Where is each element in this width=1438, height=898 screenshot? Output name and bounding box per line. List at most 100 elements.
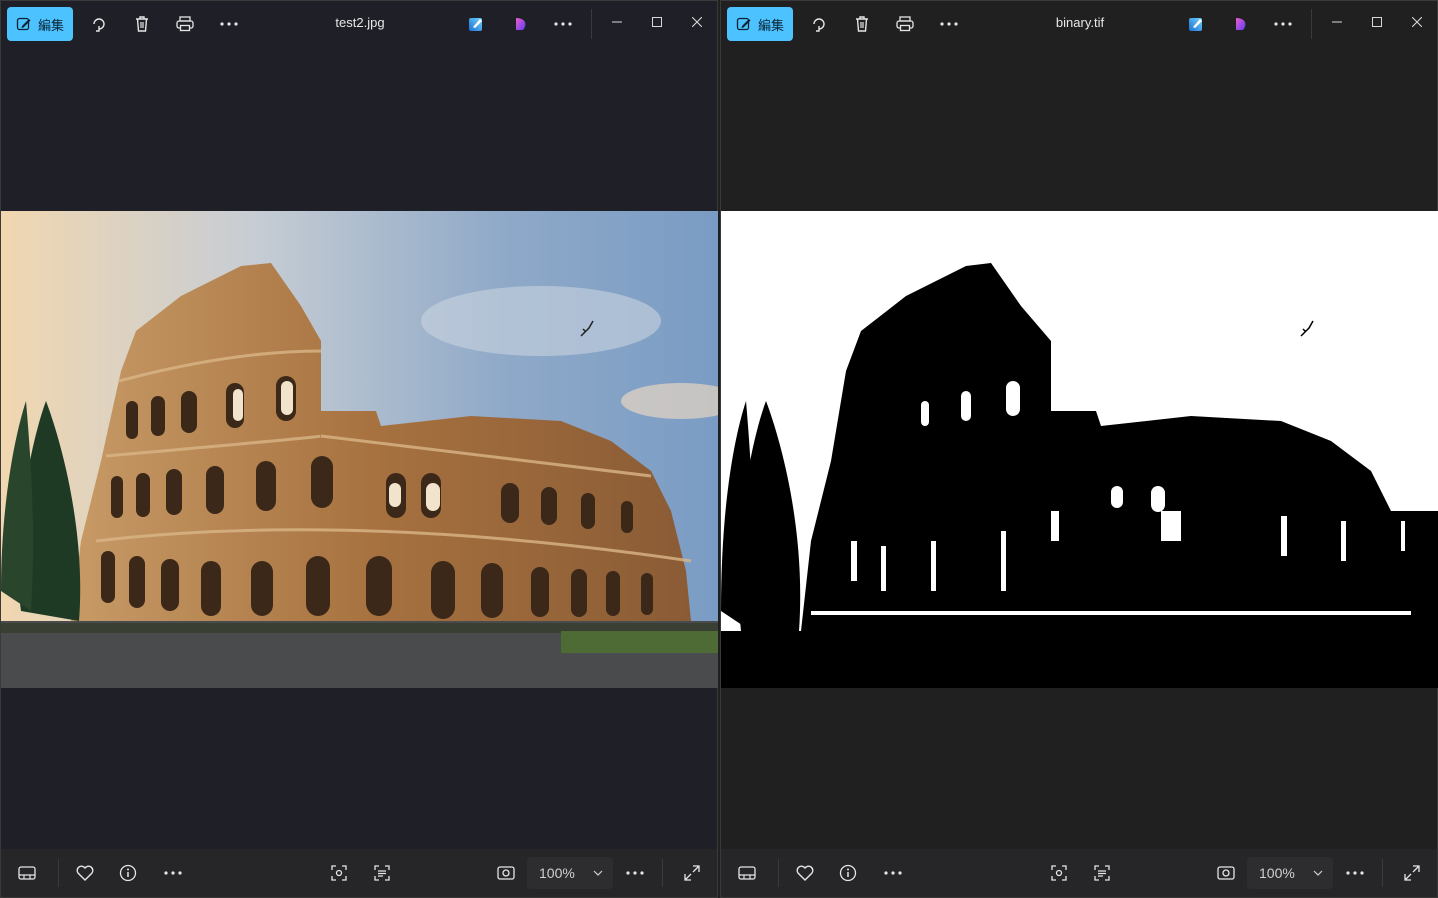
fullscreen-button[interactable] [674, 857, 710, 889]
rotate-button[interactable] [801, 8, 837, 40]
more-icon [940, 22, 958, 26]
left-photo-window: 編集 test2.jpg 100% [0, 0, 718, 898]
delete-icon [854, 15, 870, 33]
rotate-icon [90, 15, 108, 33]
designer-button[interactable] [1223, 8, 1259, 40]
filmstrip-icon [18, 866, 36, 880]
favorite-icon [76, 865, 94, 881]
bottom-divider [1382, 859, 1383, 887]
close-icon [1412, 17, 1422, 27]
filmstrip-button[interactable] [729, 857, 765, 889]
edit-button[interactable]: 編集 [727, 7, 793, 41]
edit-image-button[interactable] [458, 8, 494, 40]
close-button[interactable] [677, 9, 717, 35]
print-button[interactable] [887, 8, 923, 40]
toolbar-divider [591, 9, 592, 39]
chevron-down-icon [593, 864, 603, 882]
fit-icon [1217, 866, 1235, 880]
minimize-button[interactable] [1317, 9, 1357, 35]
photo-color-colosseum [1, 211, 718, 688]
designer-icon [513, 16, 529, 32]
top-toolbar: 編集 test2.jpg [1, 1, 717, 47]
bottom-divider [778, 859, 779, 887]
favorite-button[interactable] [787, 857, 823, 889]
maximize-icon [1372, 17, 1382, 27]
more-button[interactable] [931, 8, 967, 40]
rotate-icon [810, 15, 828, 33]
close-icon [692, 17, 702, 27]
toolbar-divider [1311, 9, 1312, 39]
right-photo-window: 編集 binary.tif 100% [720, 0, 1438, 898]
visual-search-button[interactable] [1041, 857, 1077, 889]
visual-search-button[interactable] [321, 857, 357, 889]
bottom-toolbar: 100% [1, 849, 717, 897]
edit-image-icon [468, 16, 484, 32]
fit-button[interactable] [1208, 857, 1244, 889]
edit-icon [736, 16, 752, 32]
fullscreen-icon [684, 865, 700, 881]
print-icon [176, 16, 194, 32]
fit-button[interactable] [488, 857, 524, 889]
favorite-button[interactable] [67, 857, 103, 889]
more-icon [1346, 871, 1364, 875]
more-icon [554, 22, 572, 26]
bottom-toolbar: 100% [721, 849, 1437, 897]
text-scan-button[interactable] [1084, 857, 1120, 889]
info-icon [119, 864, 137, 882]
filmstrip-button[interactable] [9, 857, 45, 889]
fullscreen-button[interactable] [1394, 857, 1430, 889]
minimize-icon [1332, 21, 1342, 23]
zoom-value: 100% [1259, 865, 1295, 881]
designer-button[interactable] [503, 8, 539, 40]
zoom-value: 100% [539, 865, 575, 881]
more-icon [220, 22, 238, 26]
edit-icon [16, 16, 32, 32]
info-button[interactable] [830, 857, 866, 889]
visual-search-icon [1051, 865, 1067, 881]
more-icon [626, 871, 644, 875]
maximize-button[interactable] [1357, 9, 1397, 35]
top-toolbar: 編集 binary.tif [721, 1, 1437, 47]
minimize-button[interactable] [597, 9, 637, 35]
bottom-divider [662, 859, 663, 887]
more-bottom-button[interactable] [155, 857, 191, 889]
visual-search-icon [331, 865, 347, 881]
favorite-icon [796, 865, 814, 881]
edit-button[interactable]: 編集 [7, 7, 73, 41]
zoom-dropdown[interactable]: 100% [527, 857, 613, 889]
more-bottom-button[interactable] [875, 857, 911, 889]
close-button[interactable] [1397, 9, 1437, 35]
fit-icon [497, 866, 515, 880]
more-icon [884, 871, 902, 875]
minimize-icon [612, 21, 622, 23]
delete-icon [134, 15, 150, 33]
delete-button[interactable] [844, 8, 880, 40]
maximize-icon [652, 17, 662, 27]
info-icon [839, 864, 857, 882]
text-scan-button[interactable] [364, 857, 400, 889]
more-zoom-button[interactable] [617, 857, 653, 889]
edit-image-button[interactable] [1178, 8, 1214, 40]
text-scan-icon [1094, 865, 1110, 881]
filmstrip-icon [738, 866, 756, 880]
rotate-button[interactable] [81, 8, 117, 40]
more-button[interactable] [211, 8, 247, 40]
more-icon [1274, 22, 1292, 26]
delete-button[interactable] [124, 8, 160, 40]
more-right-button[interactable] [545, 8, 581, 40]
designer-icon [1233, 16, 1249, 32]
fullscreen-icon [1404, 865, 1420, 881]
info-button[interactable] [110, 857, 146, 889]
maximize-button[interactable] [637, 9, 677, 35]
print-icon [896, 16, 914, 32]
edit-label: 編集 [37, 17, 64, 33]
edit-label: 編集 [757, 17, 784, 33]
print-button[interactable] [167, 8, 203, 40]
edit-image-icon [1188, 16, 1204, 32]
more-right-button[interactable] [1265, 8, 1301, 40]
more-zoom-button[interactable] [1337, 857, 1373, 889]
zoom-dropdown[interactable]: 100% [1247, 857, 1333, 889]
more-icon [164, 871, 182, 875]
bottom-divider [58, 859, 59, 887]
text-scan-icon [374, 865, 390, 881]
